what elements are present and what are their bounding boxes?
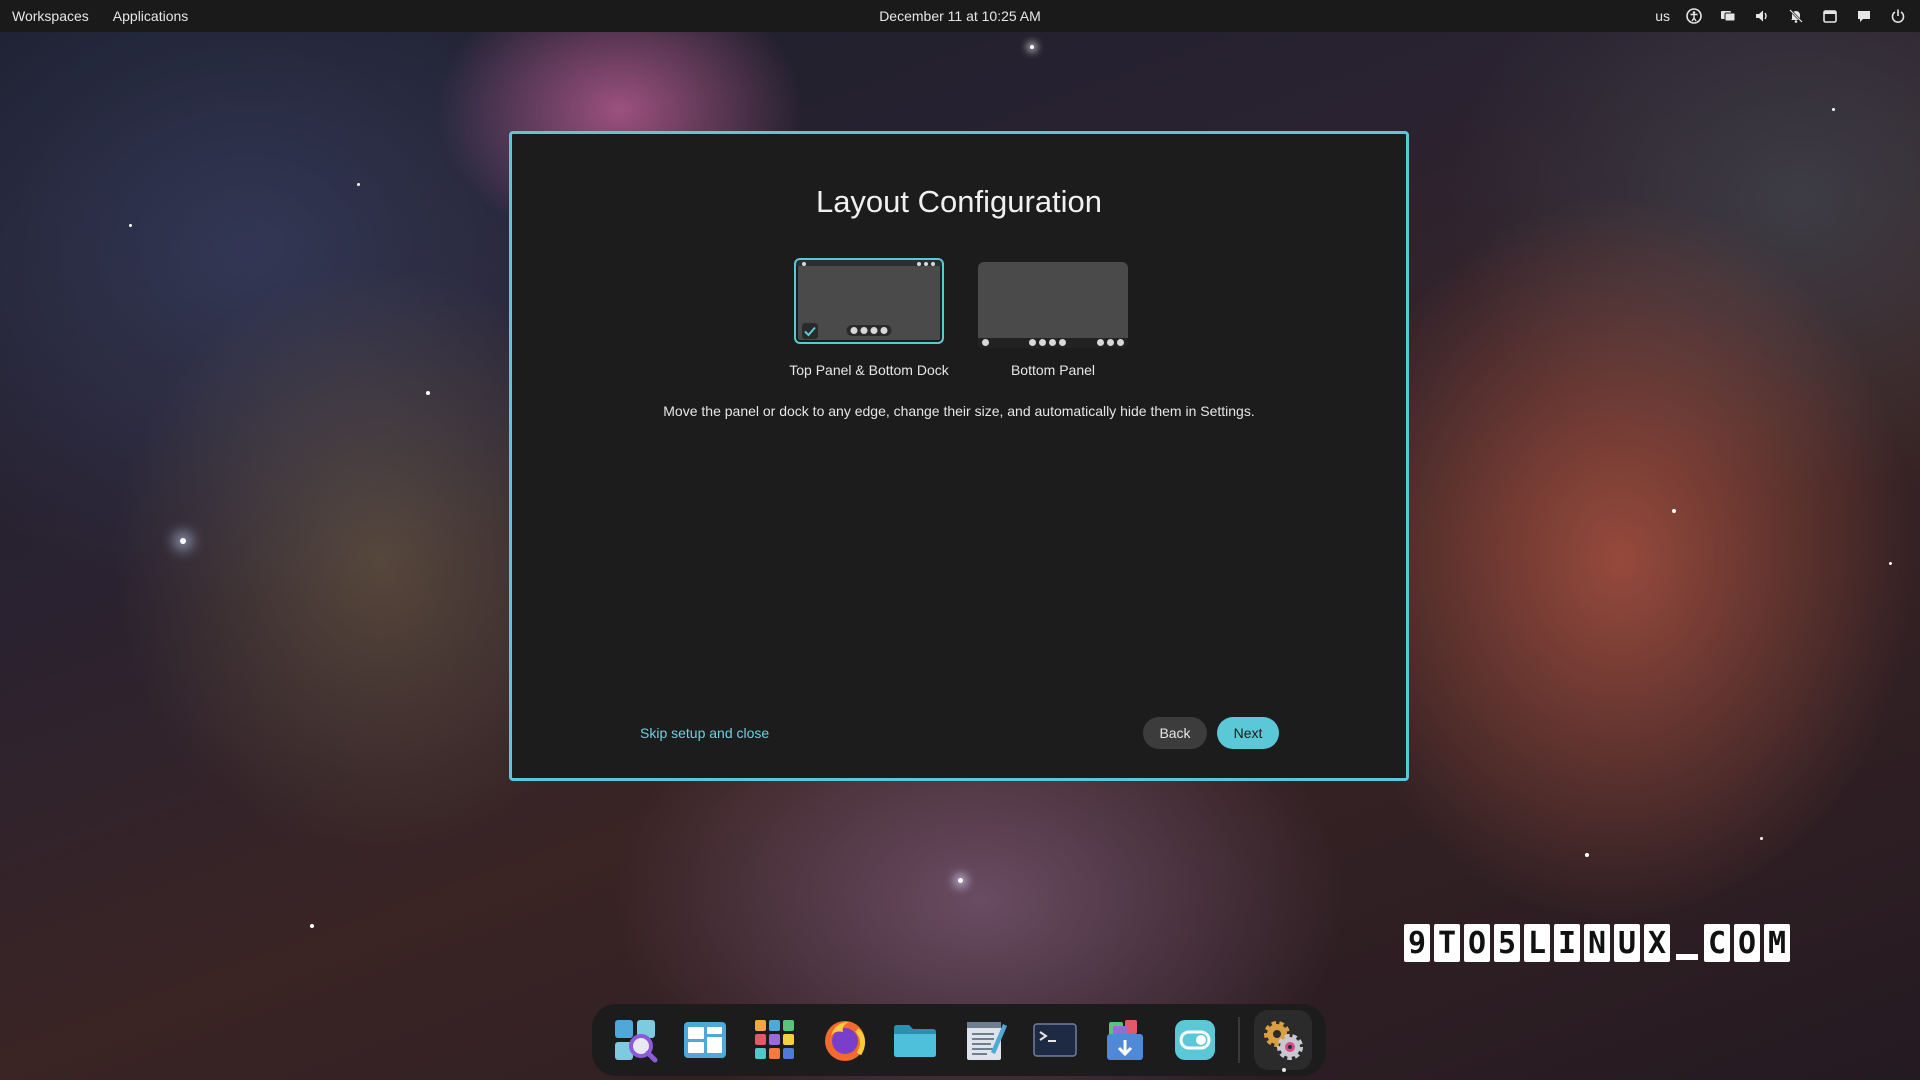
power-icon[interactable] <box>1888 6 1908 26</box>
app-grid-icon[interactable] <box>746 1010 804 1070</box>
back-button[interactable]: Back <box>1143 717 1207 749</box>
top-panel: Workspaces Applications December 11 at 1… <box>0 0 1920 32</box>
chat-icon[interactable] <box>1854 6 1874 26</box>
initial-setup-dialog: Layout Configuration Top Panel & Bottom … <box>509 131 1409 781</box>
clock[interactable]: December 11 at 10:25 AM <box>879 8 1041 24</box>
watermark-char: N <box>1584 924 1610 962</box>
watermark-char: O <box>1464 924 1490 962</box>
watermark-char: C <box>1704 924 1730 962</box>
page-title: Layout Configuration <box>815 184 1103 219</box>
store-icon[interactable] <box>1096 1010 1154 1070</box>
layout-option-label: Bottom Panel <box>1010 362 1096 378</box>
layout-option-top-panel-bottom-dock[interactable]: Top Panel & Bottom Dock <box>769 258 969 378</box>
volume-icon[interactable] <box>1752 6 1772 26</box>
watermark-char: 5 <box>1494 924 1520 962</box>
background-star <box>1030 45 1034 49</box>
accessibility-icon[interactable] <box>1684 6 1704 26</box>
skip-setup-link[interactable]: Skip setup and close <box>640 725 769 741</box>
checkmark-icon <box>802 323 818 339</box>
background-star <box>1832 108 1835 111</box>
watermark-char: X <box>1644 924 1670 962</box>
background-star <box>1889 562 1892 565</box>
watermark-char: I <box>1554 924 1580 962</box>
layout-option-label: Top Panel & Bottom Dock <box>789 362 949 378</box>
folder-icon[interactable] <box>886 1010 944 1070</box>
next-button[interactable]: Next <box>1217 717 1279 749</box>
watermark-dot <box>1674 924 1700 962</box>
background-star <box>1672 509 1676 513</box>
watermark-char: T <box>1434 924 1460 962</box>
setup-gears-icon[interactable] <box>1253 1010 1312 1072</box>
layout-preview-bottom-panel[interactable] <box>978 262 1128 348</box>
terminal-icon[interactable] <box>1026 1010 1084 1070</box>
background-star <box>180 538 186 544</box>
site-watermark: 9TO5LINUXCOM <box>1404 924 1790 962</box>
firefox-icon[interactable] <box>816 1010 874 1070</box>
background-star <box>129 224 132 227</box>
text-editor-icon[interactable] <box>956 1010 1014 1070</box>
watermark-char: M <box>1764 924 1790 962</box>
applications-button[interactable]: Applications <box>113 8 189 24</box>
search-launcher-icon[interactable] <box>606 1010 664 1070</box>
layout-option-bottom-panel[interactable]: Bottom Panel <box>953 258 1153 378</box>
layout-preview-top-panel-bottom-dock[interactable] <box>794 258 944 344</box>
watermark-char: 9 <box>1404 924 1430 962</box>
dock-separator <box>1238 1017 1240 1063</box>
layout-description: Move the panel or dock to any edge, chan… <box>663 403 1255 419</box>
background-star <box>1585 853 1589 857</box>
keyboard-layout-indicator[interactable]: us <box>1655 8 1670 24</box>
watermark-char: L <box>1524 924 1550 962</box>
watermark-char: U <box>1614 924 1640 962</box>
watermark-char: O <box>1734 924 1760 962</box>
background-star <box>426 391 430 395</box>
background-star <box>1760 837 1763 840</box>
bottom-dock <box>592 1004 1326 1076</box>
calendar-icon[interactable] <box>1820 6 1840 26</box>
workspaces-button[interactable]: Workspaces <box>12 8 89 24</box>
notifications-off-icon[interactable] <box>1786 6 1806 26</box>
background-star <box>357 183 360 186</box>
display-icon[interactable] <box>1718 6 1738 26</box>
background-star <box>958 878 963 883</box>
workspaces-icon[interactable] <box>676 1010 734 1070</box>
settings-toggle-icon[interactable] <box>1166 1010 1224 1070</box>
background-star <box>310 924 314 928</box>
